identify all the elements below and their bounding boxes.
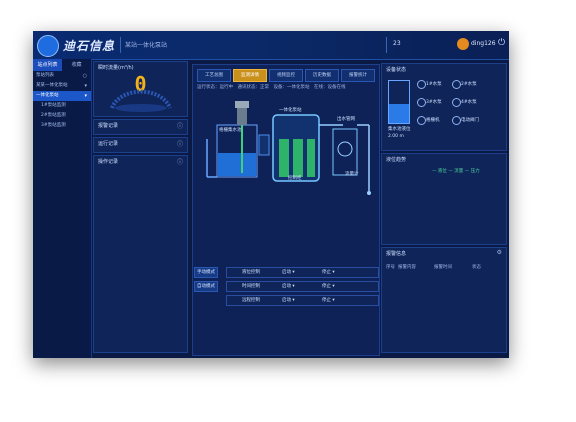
panel-title: 报警信息 [386,251,407,257]
info-icon[interactable]: ⓘ [177,157,183,166]
status-icon [452,98,461,107]
status-label: 1#水泵 [426,82,442,87]
status-label: 2#水泵 [461,82,477,87]
alarm-record-panel[interactable]: 报警记录 ⓘ [93,119,188,135]
setting-stop-select[interactable]: 停止 ▾ [322,296,335,305]
alarm-panel: 报警信息 ⚙ 序号 报警内容 报警时间 状态 [381,247,507,353]
status-label: 3#水泵 [426,100,442,105]
panel-title: 设备状态 [386,67,407,73]
setting-row: 液位控制 启动 ▾ 停止 ▾ [226,267,379,278]
brand-title: 迪石信息 [63,39,116,53]
table-header: 序号 [386,265,395,270]
setting-start-select[interactable]: 启动 ▾ [282,282,295,291]
tank-fill [389,104,409,123]
tab-video[interactable]: 视频监控 [269,69,303,82]
alarm-count[interactable]: 23 [393,40,401,47]
run-record-panel[interactable]: 运行记录 ⓘ [93,137,188,153]
operation-record-panel[interactable]: 操作记录 ⓘ [93,155,188,353]
sidebar-item[interactable]: 1#泵站监测 [33,101,91,111]
setting-stop-select[interactable]: 停止 ▾ [322,268,335,277]
sidebar: 站点列表 收藏 泵站列表 ○ 某某一体化泵站 ▾ 一体化泵站 ▾ 1#泵站监测 2#泵… [33,59,92,358]
sidebar-item[interactable]: 2#泵站监测 [33,111,91,121]
top-bar: 迪石信息 某站一体化泵站 23 ding126 ⏻ [33,31,509,60]
sidebar-item-active[interactable]: 一体化泵站 ▾ [33,91,91,101]
status-icon [417,98,426,107]
tank-level-label: 集水池液位 [388,127,411,132]
status-icon [417,116,426,125]
status-icon [417,80,426,89]
setting-start-select[interactable]: 启动 ▾ [282,296,295,305]
tab-process[interactable]: 工艺总图 [197,69,231,82]
setting-name: 液位控制 [242,270,260,275]
table-header: 报警内容 [398,265,416,270]
setting-name: 时间控制 [242,284,260,289]
tank-icon [388,80,410,124]
status-icon [452,80,461,89]
panel-title: 操作记录 [98,159,119,165]
tab-monitor[interactable]: 监测详情 [233,69,267,82]
right-panels: 设备状态 集水池液位 2.00 m 1#水泵 2#水泵 3#水泵 4#水泵 格栅… [378,59,509,358]
trend-legend: — 液位 — 流量 — 压力 [432,169,480,174]
info-icon[interactable]: ⓘ [177,139,183,148]
setting-stop-select[interactable]: 停止 ▾ [322,282,335,291]
tab-favorites[interactable]: 收藏 [62,59,91,71]
chevron-down-icon: ▾ [84,93,87,99]
chevron-down-icon: ▾ [84,83,87,89]
panel-title: 报警记录 [98,123,119,129]
tab-station-list[interactable]: 站点列表 [33,59,62,71]
app-window: 迪石信息 某站一体化泵站 23 ding126 ⏻ 站点列表 收藏 泵站列表 ○ … [33,31,509,358]
breadcrumb[interactable]: 某站一体化泵站 [125,40,167,49]
left-panels: 瞬时流量(m³/h) 0 报警记录 ⓘ 运行记录 ⓘ 操作记录 ⓘ [91,59,188,358]
pipe-label: 出水管网 [337,117,355,122]
setting-start-select[interactable]: 启动 ▾ [282,268,295,277]
tab-alarm-stats[interactable]: 报警统计 [341,69,375,82]
power-icon[interactable]: ⏻ [498,38,505,48]
setting-row: 时间控制 启动 ▾ 停止 ▾ [226,281,379,292]
sidebar-item[interactable]: 某某一体化泵站 ▾ [33,81,91,91]
manual-mode-button[interactable]: 手动模式 [194,267,218,278]
gauge-icon [110,89,172,112]
sidebar-item[interactable]: 3#泵站监测 [33,121,91,131]
avatar[interactable] [457,38,469,50]
setting-name: 远程控制 [242,298,260,303]
auto-mode-button[interactable]: 自动模式 [194,281,218,292]
settings-icon[interactable]: ⚙ [497,249,502,256]
sidebar-item-label: 某某一体化泵站 [36,83,68,88]
user-name[interactable]: ding126 [471,40,496,47]
status-line: 运行状态：运行中 通讯状态：正常 设备：一体化泵站 在线：设备在线 [197,85,346,90]
trend-panel: 液位趋势 — 液位 — 流量 — 压力 [381,153,507,245]
process-panel: 工艺总图 监测详情 视频监控 历史数据 报警统计 运行状态：运行中 通讯状态：正… [192,64,380,356]
tank-level-value: 2.00 m [388,134,404,139]
cabinet-label: 控制柜 [288,176,302,181]
table-header: 状态 [472,265,481,270]
tank-label: 格栅集水池 [219,128,242,133]
panel-title: 运行记录 [98,141,119,147]
tab-history[interactable]: 历史数据 [305,69,339,82]
status-label: 电动阀门 [461,118,479,123]
sidebar-item-label: 泵站列表 [36,73,54,78]
status-panel: 设备状态 集水池液位 2.00 m 1#水泵 2#水泵 3#水泵 4#水泵 格栅… [381,63,507,151]
table-header: 报警时间 [434,265,452,270]
panel-title: 液位趋势 [386,157,407,163]
logo-icon [37,35,59,57]
status-label: 格栅机 [426,118,440,123]
pump-station-label: 一体化泵站 [279,108,302,113]
flow-panel: 瞬时流量(m³/h) 0 [93,61,188,117]
sidebar-item[interactable]: 泵站列表 ○ [33,71,91,81]
status-icon [452,116,461,125]
divider [120,37,121,53]
circle-icon: ○ [82,73,87,79]
status-label: 4#水泵 [461,100,477,105]
info-icon[interactable]: ⓘ [177,121,183,130]
setting-row: 远程控制 启动 ▾ 停止 ▾ [226,295,379,306]
flow-meter-label: 流量计 [345,172,359,177]
divider [386,37,387,53]
sidebar-item-label: 一体化泵站 [36,93,59,98]
